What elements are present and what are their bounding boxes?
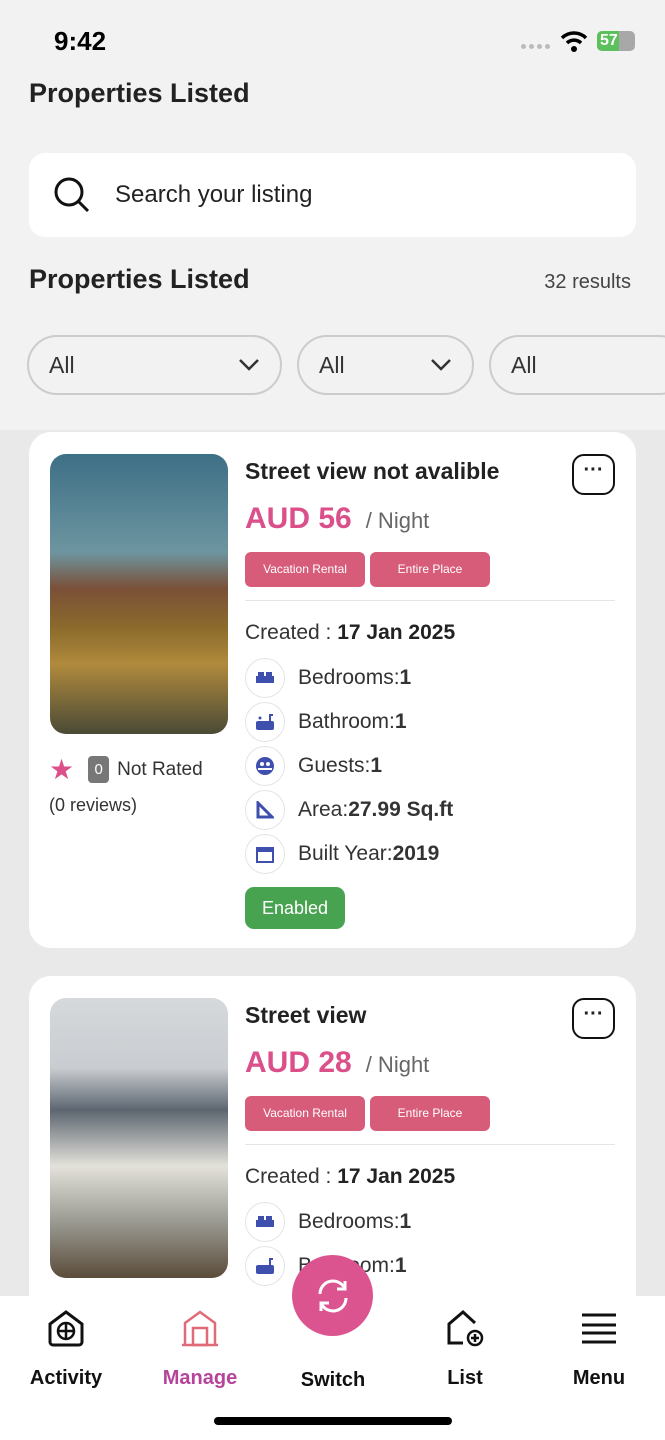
search-icon [54,177,90,213]
feature-guests: Guests: 1 [245,746,382,786]
filter-dropdown-3[interactable]: All [489,335,665,395]
wifi-icon [560,31,588,52]
listing-card[interactable]: Street view not avalible ··· AUD 56/ Nig… [29,432,636,948]
page-title: Properties Listed [29,78,250,108]
more-options-button[interactable]: ··· [572,454,615,495]
tag-badge: Entire Place [370,552,490,587]
clock: 9:42 [54,26,107,56]
switch-button[interactable] [292,1255,373,1336]
nav-menu[interactable]: Menu [544,1308,654,1390]
nav-manage[interactable]: Manage [145,1308,255,1390]
bed-icon [245,1202,285,1242]
property-photo [50,998,228,1278]
rating: ★ 0 Not Rated [49,754,203,785]
status-badge[interactable]: Enabled [245,887,346,929]
nav-switch[interactable]: Switch [278,1355,388,1392]
feature-bathroom: Bathroom: 1 [245,702,407,742]
area-icon [245,790,285,830]
nav-list[interactable]: List [410,1308,520,1390]
section-title: Properties Listed [29,264,250,294]
filter-dropdown-1[interactable]: All [27,335,282,395]
menu-icon [582,1313,616,1344]
bathtub-icon [245,1246,285,1286]
calendar-icon [245,834,285,874]
home-indicator [214,1417,452,1425]
divider [245,600,615,601]
chevron-down-icon [239,359,259,371]
tag-badge: Vacation Rental [245,552,365,587]
listing-title: Street view [245,1002,367,1028]
filter-value: All [511,351,537,378]
star-icon: ★ [49,754,75,785]
refresh-icon [318,1279,347,1312]
signal-icon [521,44,550,49]
feature-area: Area: 27.99 Sq.ft [245,790,453,830]
more-options-button[interactable]: ··· [572,998,615,1039]
guests-icon [245,746,285,786]
bathtub-icon [245,702,285,742]
house-add-icon [447,1309,484,1347]
price: AUD 56/ Night [245,502,430,535]
filter-value: All [49,351,75,378]
divider [245,1144,615,1145]
chevron-down-icon [431,359,451,371]
search-bar[interactable] [29,153,636,237]
reviews-count: (0 reviews) [49,795,138,815]
tag-badge: Entire Place [370,1096,490,1131]
nav-activity[interactable]: Activity [11,1308,121,1390]
feature-bedrooms: Bedrooms: 1 [245,658,411,698]
tag-badge: Vacation Rental [245,1096,365,1131]
feature-built-year: Built Year: 2019 [245,834,439,874]
property-photo [50,454,228,734]
search-input[interactable] [115,181,565,209]
created-date: Created : 17 Jan 2025 [245,1165,456,1188]
barn-icon [182,1310,218,1347]
bed-icon [245,658,285,698]
results-count: 32 results [544,271,631,293]
status-bar: 9:42 57 [0,0,665,70]
feature-bedrooms: Bedrooms: 1 [245,1202,411,1242]
battery-icon: 57 [597,31,635,51]
price: AUD 28/ Night [245,1046,430,1079]
house-grid-icon [48,1310,84,1347]
filter-dropdown-2[interactable]: All [297,335,474,395]
created-date: Created : 17 Jan 2025 [245,621,456,644]
filter-value: All [319,351,345,378]
listing-title: Street view not avalible [245,458,500,484]
